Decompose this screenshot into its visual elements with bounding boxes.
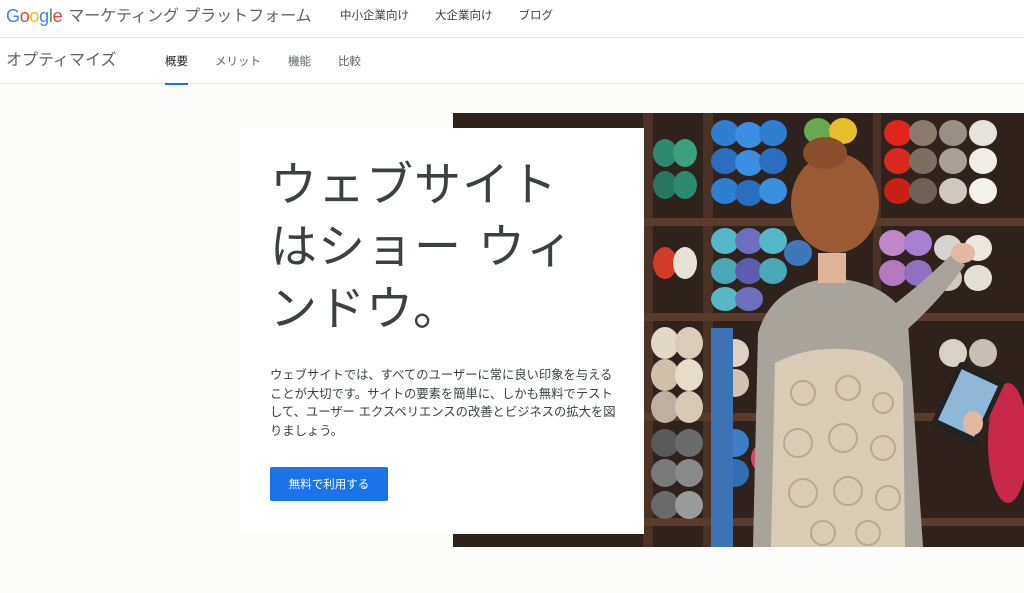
- product-title[interactable]: オプティマイズ: [6, 50, 117, 70]
- nav-small-business[interactable]: 中小企業向け: [340, 6, 409, 24]
- sub-header: オプティマイズ 概要 メリット 機能 比較: [0, 38, 1024, 85]
- tab-features[interactable]: 機能: [288, 38, 311, 84]
- top-nav: 中小企業向け 大企業向け ブログ: [340, 6, 579, 24]
- tab-overview[interactable]: 概要: [165, 38, 188, 85]
- nav-enterprise[interactable]: 大企業向け: [435, 6, 493, 24]
- brand-link[interactable]: Google マーケティング プラットフォーム: [6, 5, 312, 27]
- nav-blog[interactable]: ブログ: [519, 6, 554, 24]
- tab-compare[interactable]: 比較: [338, 38, 361, 84]
- top-header: Google マーケティング プラットフォーム 中小企業向け 大企業向け ブログ: [0, 0, 1024, 38]
- google-logo: Google: [6, 6, 63, 26]
- sub-nav: 概要 メリット 機能 比較: [165, 38, 388, 85]
- free-trial-button[interactable]: 無料で利用する: [270, 467, 388, 501]
- product-name: マーケティング プラットフォーム: [68, 6, 312, 25]
- tab-benefits[interactable]: メリット: [215, 38, 261, 84]
- hero-description: ウェブサイトでは、すべてのユーザーに常に良い印象を与えることが大切です。サイトの…: [270, 368, 616, 438]
- hero-title: ウェブサイト はショー ウィ ンドウ。: [270, 158, 574, 337]
